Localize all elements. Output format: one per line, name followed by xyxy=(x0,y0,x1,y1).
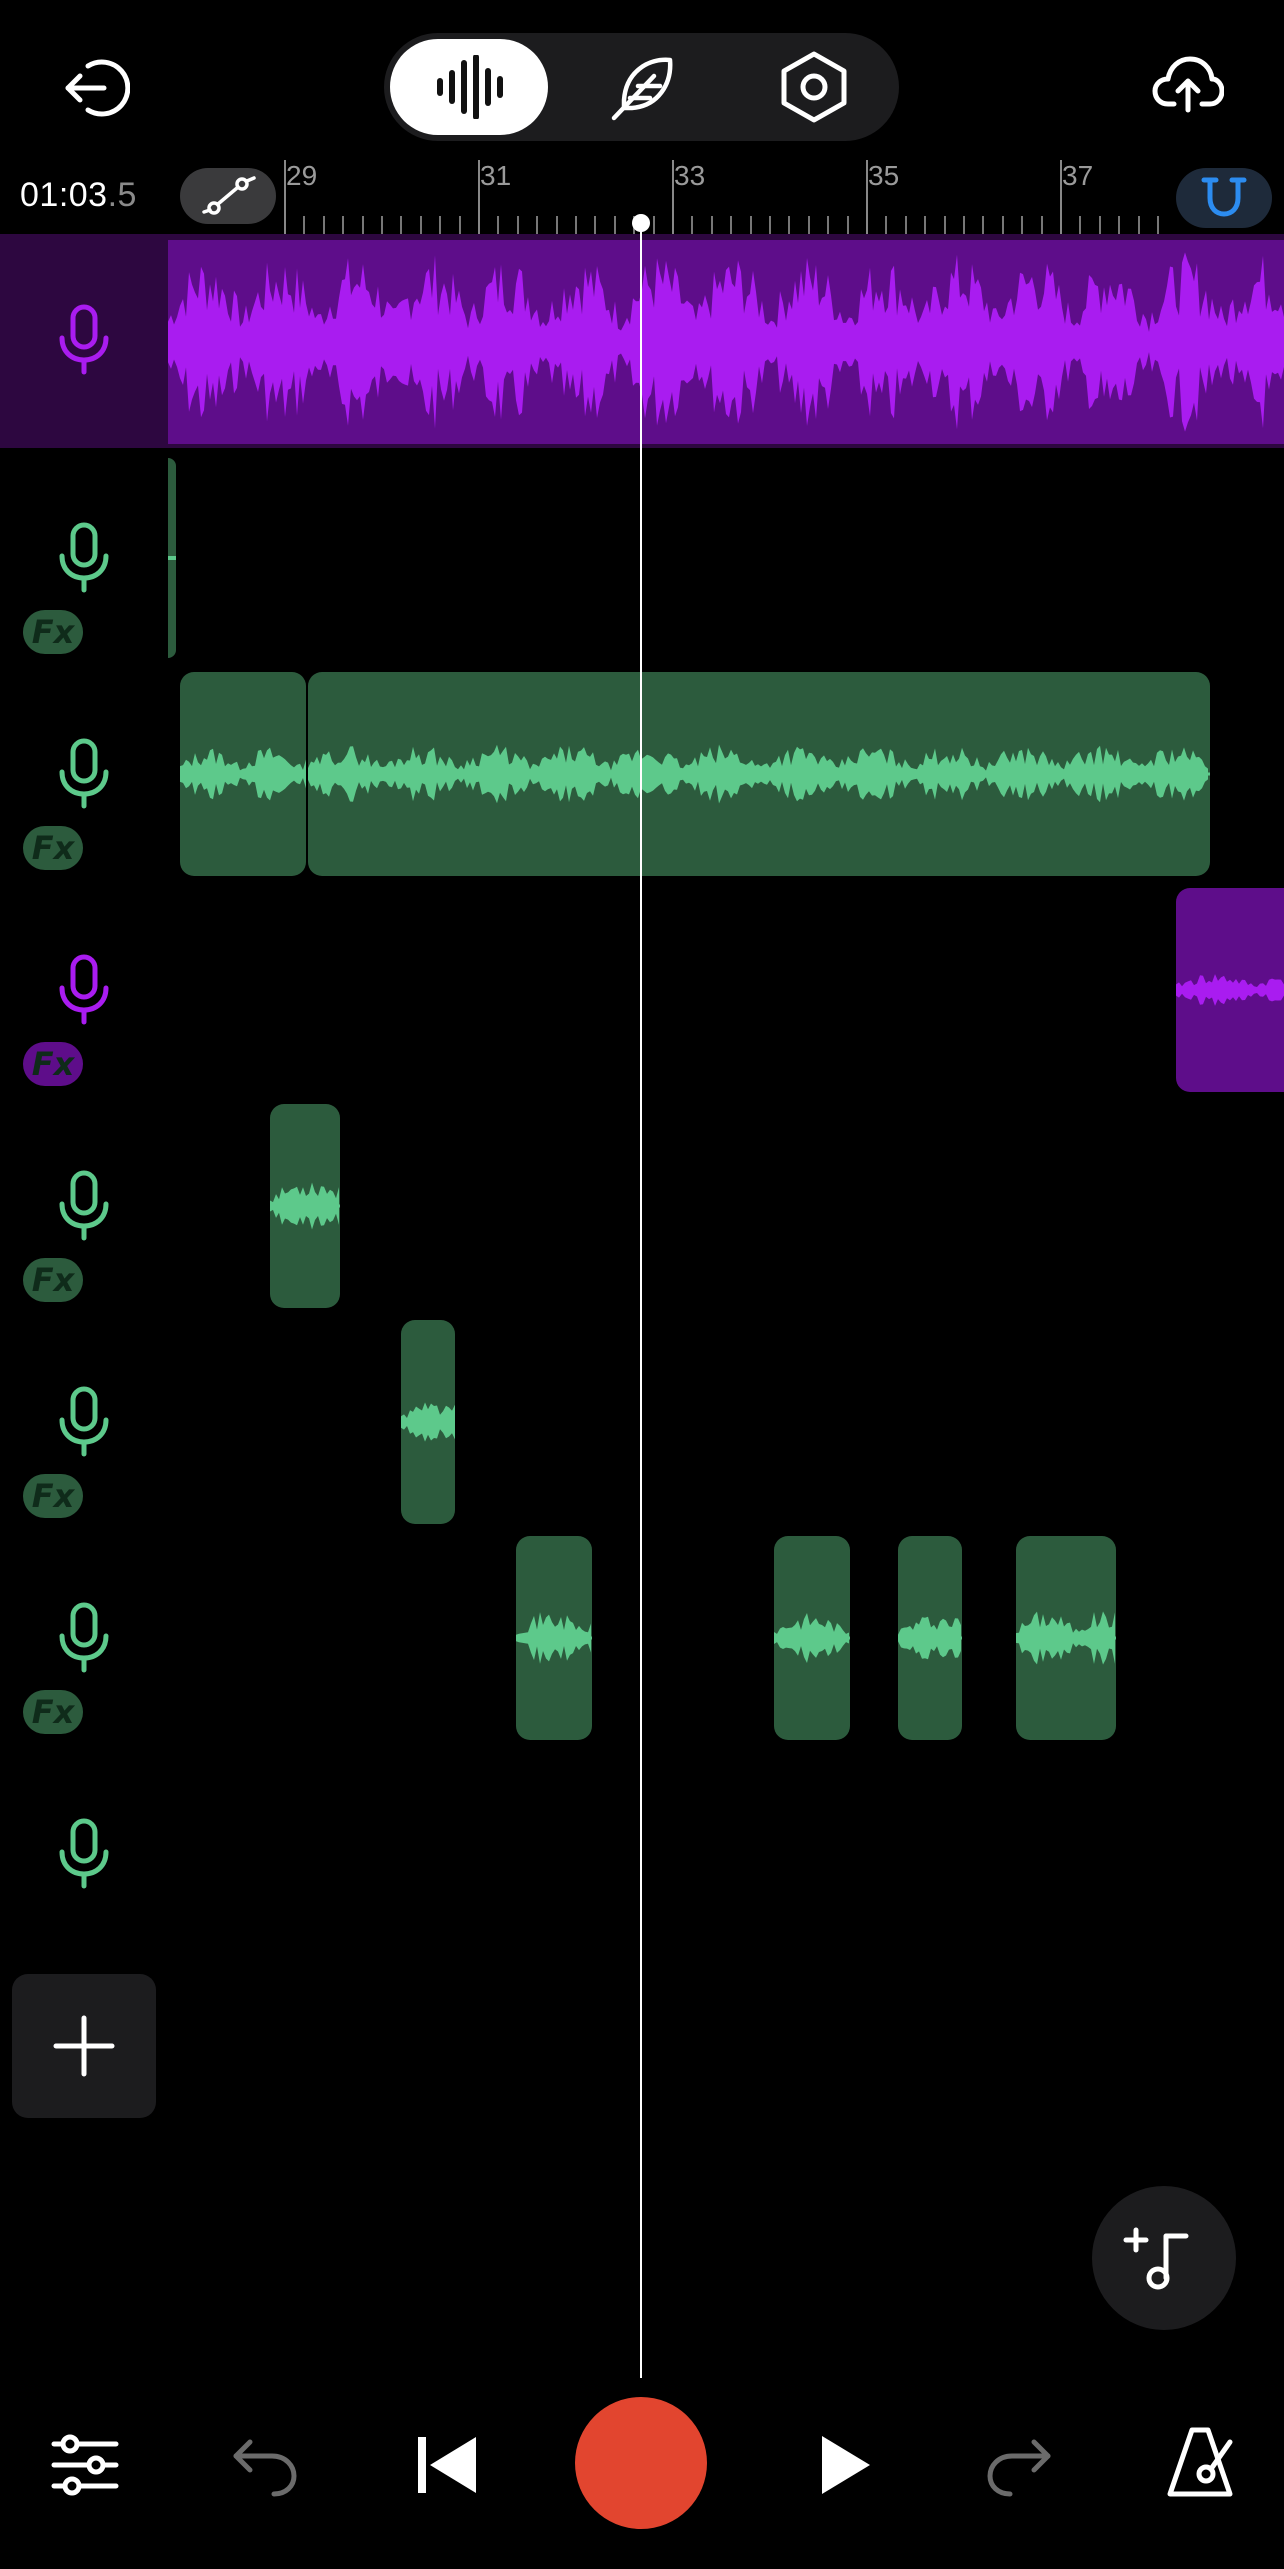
plus-icon xyxy=(53,2015,115,2077)
fx-button[interactable]: Fx xyxy=(23,1690,83,1734)
track-7-clip-c[interactable] xyxy=(898,1536,962,1740)
track-6-clip[interactable] xyxy=(401,1320,455,1524)
settings-mode-tab[interactable] xyxy=(778,50,850,124)
track-7-clip-d[interactable] xyxy=(1016,1536,1116,1740)
time-main: 01:03 xyxy=(20,176,108,214)
mic-icon xyxy=(59,1170,109,1241)
clip-edge xyxy=(168,556,176,560)
ruler-label-29: 29 xyxy=(286,160,318,191)
track-1-header[interactable] xyxy=(0,234,168,448)
playhead-time: 01:03.5 xyxy=(20,176,137,215)
time-fraction: .5 xyxy=(107,176,137,214)
mic-icon xyxy=(59,1818,109,1889)
add-music-icon xyxy=(1123,2227,1189,2290)
waveform xyxy=(774,1613,850,1663)
ruler-label-31: 31 xyxy=(480,160,512,191)
add-track-button[interactable] xyxy=(12,1974,156,2118)
fx-button[interactable]: Fx xyxy=(23,1042,83,1086)
track-3-header[interactable]: Fx xyxy=(0,666,168,882)
ruler-label-35: 35 xyxy=(868,160,900,191)
skip-to-start-button[interactable] xyxy=(414,2432,480,2498)
track-7-header[interactable]: Fx xyxy=(0,1530,168,1746)
play-button[interactable] xyxy=(816,2432,876,2498)
waveform xyxy=(1176,974,1284,1006)
mixer-button[interactable] xyxy=(50,2430,120,2500)
automation-curve-button[interactable] xyxy=(180,168,276,224)
cloud-upload-icon xyxy=(1152,56,1224,113)
curve-icon xyxy=(202,176,256,215)
cloud-upload-button[interactable] xyxy=(1152,54,1224,114)
ruler-label-33: 33 xyxy=(674,160,706,191)
redo-button[interactable] xyxy=(984,2434,1054,2498)
track-3-clip-b[interactable] xyxy=(308,672,1210,876)
exit-icon xyxy=(65,59,130,117)
mic-icon xyxy=(59,1602,109,1673)
mic-icon xyxy=(59,1386,109,1457)
undo-button[interactable] xyxy=(230,2434,300,2498)
waveform xyxy=(898,1616,962,1660)
fx-button[interactable]: Fx xyxy=(23,1474,83,1518)
add-music-button[interactable] xyxy=(1092,2186,1236,2330)
track-4-header[interactable]: Fx xyxy=(0,882,168,1098)
playhead-handle[interactable] xyxy=(632,214,650,232)
hexagon-settings-icon xyxy=(781,51,847,123)
mic-icon xyxy=(59,954,109,1025)
waveform-mode-icon-wrap[interactable] xyxy=(434,55,504,119)
record-button[interactable] xyxy=(575,2397,707,2529)
track-4-clip[interactable] xyxy=(1176,888,1284,1092)
metronome-button[interactable] xyxy=(1164,2424,1236,2500)
metronome-icon xyxy=(1167,2427,1233,2497)
feather-icon xyxy=(611,57,673,121)
track-2-header[interactable]: Fx xyxy=(0,450,168,666)
track-5-clip[interactable] xyxy=(270,1104,340,1308)
waveform xyxy=(308,744,1210,804)
track-7-clip-a[interactable] xyxy=(516,1536,592,1740)
track-6-header[interactable]: Fx xyxy=(0,1314,168,1530)
mic-icon xyxy=(59,522,109,593)
snap-magnet-button[interactable] xyxy=(1176,168,1272,228)
waveform xyxy=(270,1182,340,1230)
waveform xyxy=(168,252,1284,432)
mixer-sliders-icon xyxy=(51,2434,119,2496)
redo-icon xyxy=(987,2439,1051,2497)
fx-button[interactable]: Fx xyxy=(23,826,83,870)
mic-icon xyxy=(59,738,109,809)
mic-icon xyxy=(59,304,109,375)
track-5-header[interactable]: Fx xyxy=(0,1098,168,1314)
waveform xyxy=(401,1402,455,1442)
track-8-header[interactable] xyxy=(0,1746,168,1962)
waveform xyxy=(180,747,306,801)
skip-to-start-icon xyxy=(418,2437,476,2493)
track-7-clip-b[interactable] xyxy=(774,1536,850,1740)
ruler-label-37: 37 xyxy=(1062,160,1094,191)
undo-icon xyxy=(233,2439,297,2497)
feather-mode-tab[interactable] xyxy=(608,52,678,122)
track-1-clip[interactable] xyxy=(168,240,1284,444)
fx-button[interactable]: Fx xyxy=(23,610,83,654)
timeline-ruler[interactable]: 29 31 33 35 37 xyxy=(284,150,1174,236)
ruler-ticks xyxy=(284,160,1159,234)
waveform xyxy=(1016,1611,1116,1665)
exit-button[interactable] xyxy=(60,52,130,122)
track-3-clip-a[interactable] xyxy=(180,672,306,876)
waveform-icon xyxy=(437,55,503,119)
waveform xyxy=(516,1612,592,1664)
playhead-line[interactable] xyxy=(640,222,642,2378)
fx-button[interactable]: Fx xyxy=(23,1258,83,1302)
play-icon xyxy=(822,2436,870,2494)
track-2-clip[interactable] xyxy=(168,458,176,658)
magnet-icon xyxy=(1201,177,1247,217)
